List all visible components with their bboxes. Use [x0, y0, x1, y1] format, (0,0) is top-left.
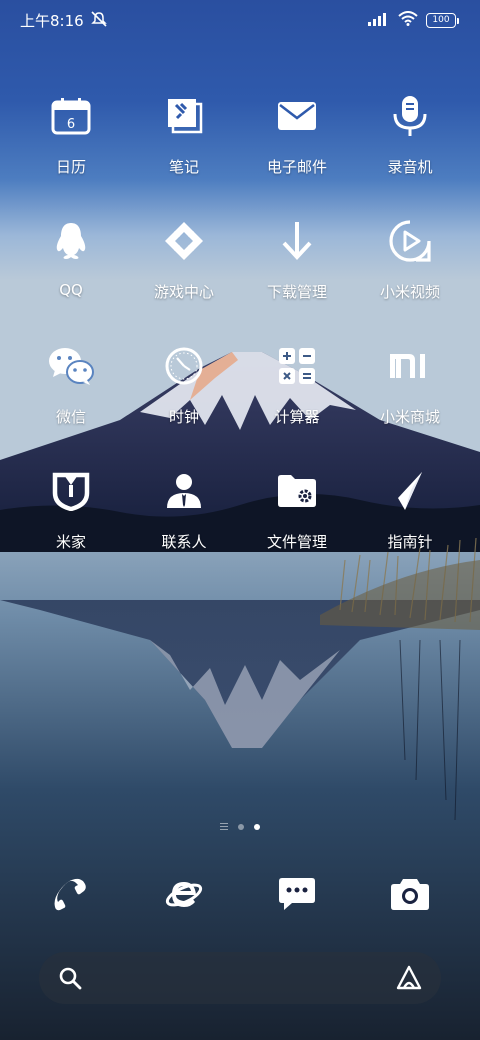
app-label: 小米商城 [379, 408, 440, 426]
app-qq[interactable]: QQ [15, 213, 127, 299]
page-dot-active [254, 823, 260, 830]
page-dot [238, 823, 244, 830]
status-time: 上午8:16 [20, 12, 84, 30]
wechat-icon [43, 338, 99, 394]
notes-icon [156, 88, 212, 144]
wifi-icon [398, 11, 418, 30]
app-label: 笔记 [168, 158, 199, 176]
app-file-manager[interactable]: 文件管理 [241, 463, 353, 552]
app-label: 小米视频 [379, 283, 440, 301]
search-icon[interactable] [58, 966, 82, 994]
app-label: 文件管理 [266, 533, 327, 551]
phone-icon [43, 866, 99, 922]
folder-gear-icon [269, 463, 325, 519]
app-game-center[interactable]: 游戏中心 [128, 213, 240, 302]
app-contacts[interactable]: 联系人 [128, 463, 240, 552]
app-mijia[interactable]: 米家 [15, 463, 127, 552]
app-label: 时钟 [168, 408, 199, 426]
app-email[interactable]: 电子邮件 [241, 88, 353, 177]
dock [0, 866, 480, 922]
app-label: 电子邮件 [266, 158, 327, 176]
status-bar: 上午8:16 100 [0, 0, 480, 42]
app-calendar[interactable]: 6 日历 [15, 88, 127, 177]
app-mi-store[interactable]: 小米商城 [354, 338, 466, 427]
dock-camera[interactable] [354, 866, 466, 922]
app-downloads[interactable]: 下载管理 [241, 213, 353, 302]
clock-icon [156, 338, 212, 394]
app-wechat[interactable]: 微信 [15, 338, 127, 427]
download-icon [269, 213, 325, 269]
app-label: 米家 [55, 533, 86, 551]
app-compass[interactable]: 指南针 [354, 463, 466, 552]
camera-icon [382, 866, 438, 922]
app-label: 计算器 [274, 408, 320, 426]
app-label: 日历 [55, 158, 86, 176]
app-recorder[interactable]: 录音机 [354, 88, 466, 177]
contact-person-icon [156, 463, 212, 519]
app-mi-video[interactable]: 小米视频 [354, 213, 466, 302]
microphone-icon [382, 88, 438, 144]
app-label: 微信 [55, 408, 86, 426]
app-label: 下载管理 [266, 283, 327, 301]
dock-phone[interactable] [15, 866, 127, 922]
page-menu-icon [220, 823, 228, 830]
message-icon [269, 866, 325, 922]
app-calculator[interactable]: 计算器 [241, 338, 353, 427]
mi-logo-icon [382, 338, 438, 394]
game-center-icon [156, 213, 212, 269]
search-bar[interactable] [39, 952, 441, 1004]
battery-indicator: 100 [426, 13, 459, 28]
mijia-icon [43, 463, 99, 519]
video-play-icon [382, 213, 438, 269]
penguin-icon [43, 213, 99, 269]
app-label: 指南针 [387, 533, 433, 551]
xiaoai-assistant-icon[interactable] [395, 964, 423, 996]
calendar-day-number: 6 [67, 117, 75, 132]
app-label: 联系人 [161, 533, 207, 551]
page-indicator[interactable] [0, 823, 480, 830]
mute-notification-icon [90, 10, 108, 31]
browser-icon [156, 866, 212, 922]
signal-icon [368, 11, 390, 30]
app-notes[interactable]: 笔记 [128, 88, 240, 177]
dock-browser[interactable] [128, 866, 240, 922]
calendar-icon: 6 [43, 88, 99, 144]
app-label: QQ [59, 281, 83, 299]
calculator-icon [269, 338, 325, 394]
app-label: 录音机 [387, 158, 433, 176]
dock-messages[interactable] [241, 866, 353, 922]
app-clock[interactable]: 时钟 [128, 338, 240, 427]
compass-icon [382, 463, 438, 519]
email-icon [269, 88, 325, 144]
app-label: 游戏中心 [153, 283, 214, 301]
